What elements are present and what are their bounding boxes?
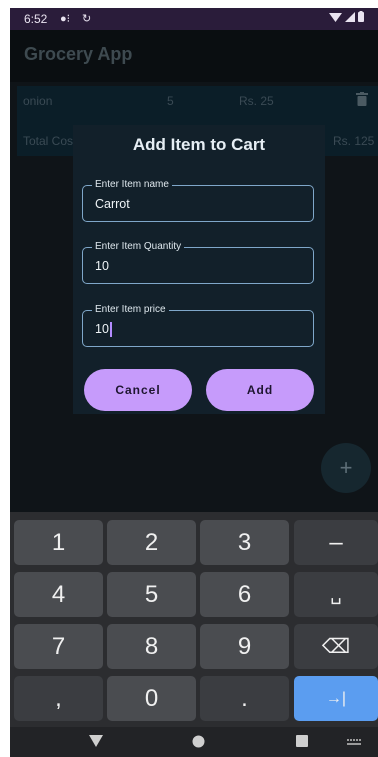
add-item-dialog: Add Item to Cart Enter Item name Enter I…: [73, 125, 325, 414]
key-5[interactable]: 5: [107, 572, 196, 617]
app-title: Grocery App: [24, 44, 133, 64]
item-name-field[interactable]: Enter Item name: [82, 179, 314, 222]
item-quantity: 5: [167, 94, 174, 108]
app-bar: Grocery App: [10, 30, 378, 82]
key-4[interactable]: 4: [14, 572, 103, 617]
key-9[interactable]: 9: [200, 624, 289, 669]
item-name-label: Enter Item name: [92, 179, 172, 191]
status-bar: 6:52 ●⁝ ↻: [10, 8, 378, 30]
home-icon[interactable]: [192, 735, 205, 748]
total-label: Total Cos: [23, 134, 74, 148]
item-price-input[interactable]: [95, 322, 295, 336]
key-period[interactable]: .: [200, 676, 289, 721]
delete-icon[interactable]: [356, 92, 368, 106]
add-item-fab[interactable]: +: [321, 443, 371, 493]
text-cursor: [110, 322, 112, 337]
item-quantity-label: Enter Item Quantity: [92, 241, 185, 253]
status-time: 6:52: [24, 12, 48, 26]
item-quantity-input[interactable]: [95, 259, 295, 273]
item-price-field[interactable]: Enter Item price: [82, 304, 314, 347]
item-price: Rs. 25: [239, 94, 274, 108]
cancel-button[interactable]: Cancel: [84, 369, 192, 411]
item-name-input[interactable]: [95, 197, 295, 211]
key-3[interactable]: 3: [200, 520, 289, 565]
cart-item-row[interactable]: onion 5 Rs. 25: [17, 86, 378, 116]
key-0[interactable]: 0: [107, 676, 196, 721]
key-8[interactable]: 8: [107, 624, 196, 669]
signal-icon: [345, 11, 355, 22]
key-6[interactable]: 6: [200, 572, 289, 617]
chat-notification-icon: ●⁝: [60, 13, 71, 25]
key-1[interactable]: 1: [14, 520, 103, 565]
phone-screen: 6:52 ●⁝ ↻ Grocery App onion 5 Rs. 25 Tot…: [10, 8, 378, 757]
key-comma[interactable]: ,: [14, 676, 103, 721]
item-quantity-field[interactable]: Enter Item Quantity: [82, 241, 314, 284]
keyboard-switch-icon[interactable]: [347, 739, 361, 746]
backspace-key[interactable]: ⌫: [294, 624, 378, 669]
add-button[interactable]: Add: [206, 369, 314, 411]
numeric-keyboard: 1 2 3 – 4 5 6 ␣ 7 8 9 ⌫ , 0 . →|: [10, 512, 378, 727]
sync-notification-icon: ↻: [82, 13, 92, 25]
navigation-bar: [10, 727, 378, 757]
key-7[interactable]: 7: [14, 624, 103, 669]
dialog-title: Add Item to Cart: [132, 135, 266, 154]
status-icons: [329, 11, 364, 22]
next-field-key[interactable]: →|: [294, 676, 378, 721]
total-value: Rs. 125: [333, 134, 375, 148]
back-icon[interactable]: [89, 735, 103, 747]
key-minus[interactable]: –: [294, 520, 378, 565]
item-price-label: Enter Item price: [92, 304, 169, 316]
recents-icon[interactable]: [296, 735, 308, 747]
battery-icon: [358, 11, 364, 22]
wifi-icon: [329, 12, 342, 22]
key-space[interactable]: ␣: [294, 572, 378, 617]
plus-icon: +: [339, 455, 353, 480]
key-2[interactable]: 2: [107, 520, 196, 565]
item-name: onion: [23, 94, 53, 108]
